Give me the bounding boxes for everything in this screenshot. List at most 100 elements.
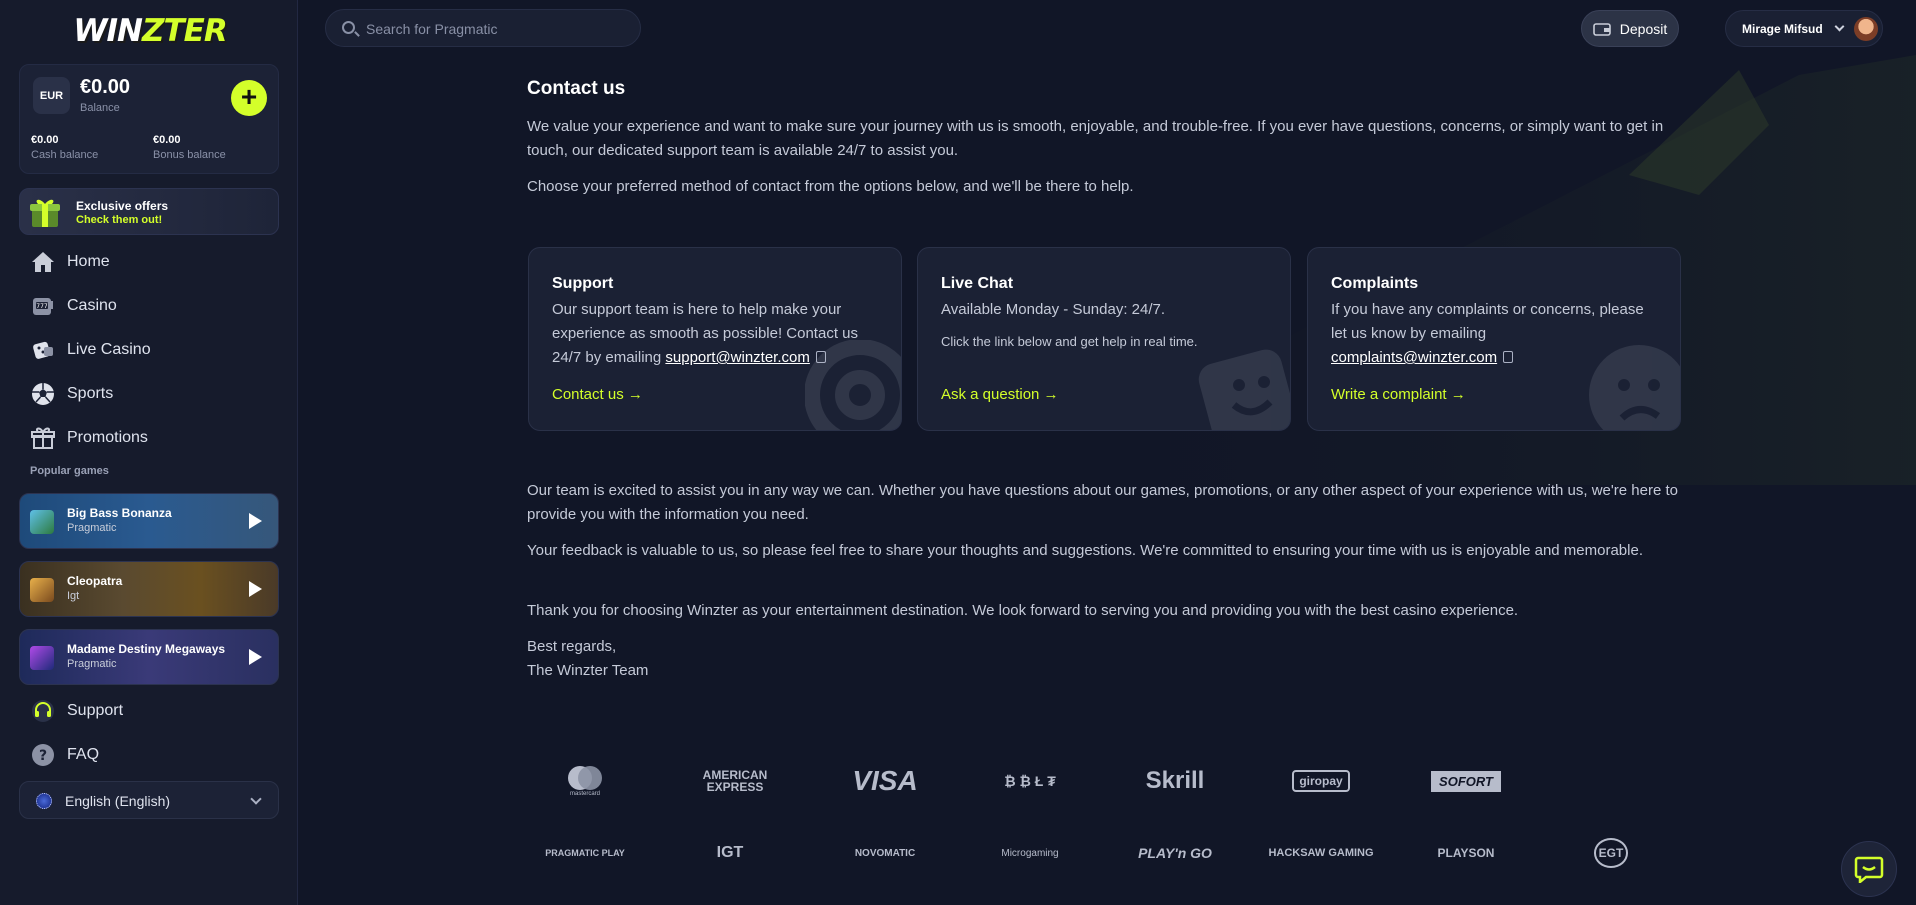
bonus-balance-value: €0.00: [153, 134, 181, 146]
balance-card: EUR €0.00 Balance + €0.00 Cash balance €…: [19, 64, 279, 174]
nav-item-support[interactable]: Support: [30, 697, 123, 725]
live-chat-button[interactable]: [1841, 841, 1897, 897]
nav-item-label: Promotions: [67, 429, 148, 446]
game-card-big-bass-bonanza[interactable]: Big Bass Bonanza Pragmatic: [19, 493, 279, 549]
game-name: Big Bass Bonanza: [67, 506, 172, 520]
currency-badge: EUR: [33, 77, 70, 114]
game-provider: Pragmatic: [67, 658, 117, 670]
cash-balance-label: Cash balance: [31, 149, 99, 161]
at-sign-icon: [805, 340, 901, 430]
igt-logo: IGT: [716, 844, 744, 861]
nav-item-label: Home: [67, 253, 110, 270]
nav-item-label: Casino: [67, 297, 117, 314]
balance-amount: €0.00: [80, 76, 131, 98]
cash-balance: €0.00 Cash balance: [31, 134, 98, 161]
complaints-email-link[interactable]: complaints@winzter.com: [1331, 349, 1497, 366]
nav-item-home[interactable]: Home: [30, 248, 110, 276]
nav-item-label: Live Casino: [67, 341, 151, 358]
outro-paragraph-1: Our team is excited to assist you in any…: [527, 482, 1678, 523]
nav-item-label: Support: [67, 702, 124, 719]
gift-box-icon: [30, 199, 60, 227]
sidebar: WINZTER EUR €0.00 Balance + €0.00 Cash b…: [0, 0, 298, 905]
support-card: Support Our support team is here to help…: [528, 247, 902, 431]
card-body-text: Available Monday - Sunday: 24/7.: [941, 301, 1166, 318]
skrill-logo: Skrill: [1145, 767, 1205, 794]
nav-item-casino[interactable]: 777 Casino: [30, 292, 117, 320]
nav-item-label: FAQ: [67, 746, 100, 763]
dice-icon: [30, 338, 55, 363]
question-icon: ?: [30, 743, 55, 768]
headset-icon: [30, 699, 55, 724]
intro-paragraph: We value your experience and want to mak…: [527, 118, 1664, 159]
outro-paragraph-3: Thank you for choosing Winzter as your e…: [527, 602, 1519, 619]
card-title: Complaints: [1331, 275, 1419, 292]
playson-logo: PLAYSON: [1437, 846, 1495, 860]
game-provider: Pragmatic: [67, 522, 117, 534]
logo-text-part2: ZTER: [142, 13, 228, 49]
nav-item-label: Sports: [67, 385, 114, 402]
sofort-text: SOFORT: [1431, 770, 1501, 792]
ask-question-link[interactable]: Ask a question →: [941, 386, 1059, 403]
winzter-logo[interactable]: WINZTER: [73, 8, 227, 54]
user-menu[interactable]: Mirage Mifsud: [1725, 10, 1883, 47]
chat-bubble-icon: [1854, 856, 1884, 883]
nav-item-faq[interactable]: ? FAQ: [30, 741, 99, 769]
gift-icon: [30, 426, 55, 451]
soccer-ball-icon: [30, 382, 55, 407]
sign-off-team: The Winzter Team: [527, 662, 649, 679]
sign-off: Best regards,: [527, 638, 617, 655]
offers-title: Exclusive offers: [76, 199, 169, 213]
username: Mirage Mifsud: [1742, 22, 1823, 36]
search-icon: [342, 21, 355, 34]
giropay-text: giropay: [1292, 770, 1350, 792]
live-chat-card: Live Chat Available Monday - Sunday: 24/…: [917, 247, 1291, 431]
intro-paragraph-2: Choose your preferred method of contact …: [527, 178, 1134, 195]
popular-games-heading: Popular games: [30, 465, 109, 477]
play-icon[interactable]: [249, 581, 262, 597]
language-selector[interactable]: English (English): [19, 781, 279, 819]
sofort-logo: SOFORT: [1411, 764, 1521, 798]
payment-logos: mastercard AMERICAN EXPRESS VISA ₿ ₿ Ł ₮…: [527, 764, 1687, 804]
copy-icon[interactable]: [1503, 351, 1514, 363]
hacksaw-logo: HACKSAW GAMING: [1268, 847, 1374, 859]
svg-text:?: ?: [38, 748, 46, 764]
logo-text-part1: WIN: [73, 13, 143, 49]
chevron-down-icon: [1834, 21, 1845, 32]
game-card-madame-destiny-megaways[interactable]: Madame Destiny Megaways Pragmatic: [19, 629, 279, 685]
novomatic-logo: NOVOMATIC: [854, 847, 916, 859]
nav-item-sports[interactable]: Sports: [30, 380, 113, 408]
game-thumbnail: [30, 646, 54, 670]
chat-smile-icon: [1198, 349, 1290, 430]
pragmatic-play-logo: PRAGMATIC PLAY: [545, 848, 625, 858]
slot-machine-icon: 777: [30, 294, 55, 319]
giropay-logo: giropay: [1266, 764, 1376, 798]
game-name: Cleopatra: [67, 574, 123, 588]
support-email-link[interactable]: support@winzter.com: [665, 349, 809, 366]
microgaming-logo: Microgaming: [1001, 847, 1059, 859]
card-title: Support: [552, 275, 614, 292]
bonus-balance: €0.00 Bonus balance: [153, 134, 226, 161]
visa-logo: VISA: [852, 765, 918, 796]
exclusive-offers-banner[interactable]: Exclusive offers Check them out!: [19, 188, 279, 235]
game-card-cleopatra[interactable]: Cleopatra Igt: [19, 561, 279, 617]
mastercard-text: mastercard: [569, 791, 600, 797]
crypto-logos: ₿ ₿ Ł ₮: [1004, 773, 1056, 789]
svg-text:777: 777: [36, 303, 48, 310]
nav-item-live-casino[interactable]: Live Casino: [30, 336, 151, 364]
play-icon[interactable]: [249, 649, 262, 665]
add-funds-button[interactable]: +: [231, 80, 267, 116]
sad-face-icon: [1589, 345, 1680, 430]
complaints-card: Complaints If you have any complaints or…: [1307, 247, 1681, 431]
bonus-balance-label: Bonus balance: [153, 149, 226, 161]
main-content: Contact us We value your experience and …: [527, 0, 1687, 905]
plus-icon: +: [240, 81, 258, 112]
amex-logo: AMERICAN EXPRESS: [702, 768, 768, 794]
write-complaint-link[interactable]: Write a complaint →: [1331, 386, 1466, 403]
game-thumbnail: [30, 578, 54, 602]
game-thumbnail: [30, 510, 54, 534]
nav-item-promotions[interactable]: Promotions: [30, 424, 148, 452]
language-label: English (English): [65, 793, 171, 809]
play-icon[interactable]: [249, 513, 262, 529]
contact-us-link[interactable]: Contact us →: [552, 386, 643, 403]
provider-logos: PRAGMATIC PLAY IGT NOVOMATIC Microgaming…: [527, 836, 1687, 876]
